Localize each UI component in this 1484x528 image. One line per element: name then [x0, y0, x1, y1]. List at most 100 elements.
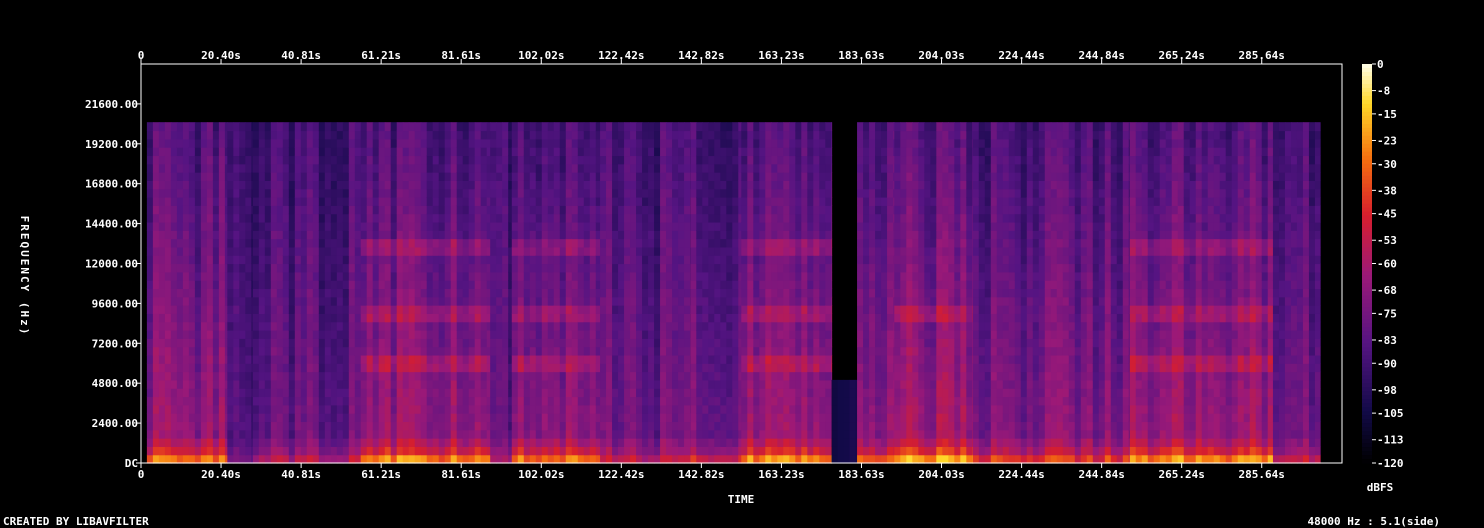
spectrogram-cell: [300, 221, 308, 231]
spectrogram-cell: [336, 188, 344, 198]
spectrogram-cell: [390, 388, 398, 398]
spectrogram-cell: [462, 122, 470, 132]
spectrogram-cell: [182, 271, 190, 281]
spectrogram-cell: [819, 454, 826, 464]
spectrogram-cell: [432, 255, 440, 265]
spectrogram-cell: [164, 305, 172, 314]
spectrogram-cell: [535, 354, 543, 364]
spectrogram-cell: [807, 230, 814, 240]
spectrogram-cell: [765, 197, 772, 206]
spectrogram-cell: [565, 296, 573, 306]
spectrogram-cell: [188, 421, 196, 431]
spectrogram-cell: [857, 221, 864, 231]
spectrogram-cell: [294, 413, 302, 423]
spectrogram-cell: [747, 122, 754, 132]
spectrogram-cell: [583, 346, 591, 356]
spectrogram-cell: [366, 413, 374, 423]
spectrogram-cell: [264, 172, 272, 181]
spectrogram-cell: [474, 122, 482, 132]
spectrogram-cell: [714, 371, 721, 381]
spectrogram-cell: [474, 221, 482, 231]
spectrogram-cell: [336, 263, 344, 273]
spectrogram-cell: [456, 313, 464, 323]
spectrogram-cell: [330, 197, 338, 206]
spectrogram-cell: [176, 413, 184, 423]
spectrogram-cell: [535, 413, 543, 423]
spectrogram-cell: [783, 197, 790, 206]
spectrogram-cell: [396, 263, 404, 273]
spectrogram-cell: [753, 330, 760, 339]
spectrogram-cell: [414, 122, 422, 132]
spectrogram-cell: [771, 421, 778, 431]
spectrogram-cell: [288, 413, 296, 423]
spectrogram-cell: [583, 313, 591, 323]
spectrogram-cell: [720, 163, 727, 173]
spectrogram-cell: [438, 238, 446, 248]
spectrogram-cell: [378, 305, 386, 314]
spectrogram-cell: [212, 363, 220, 373]
spectrogram-cell: [462, 396, 470, 406]
spectrogram-cell: [200, 446, 208, 456]
spectrogram-cell: [218, 138, 226, 148]
spectrogram-cell: [194, 263, 202, 273]
spectrogram-cell: [690, 147, 697, 157]
spectrogram-cell: [819, 188, 826, 198]
spectrogram-cell: [759, 288, 766, 298]
spectrogram-cell: [595, 238, 601, 248]
spectrogram-cell: [831, 163, 833, 173]
spectrogram-cell: [502, 379, 509, 389]
spectrogram-cell: [233, 221, 240, 231]
spectrogram-cell: [378, 180, 386, 190]
spectrogram-cell: [535, 363, 543, 373]
spectrogram-cell: [535, 130, 543, 140]
spectrogram-cell: [583, 238, 591, 248]
spectrogram-cell: [612, 188, 619, 198]
spectrogram-cell: [496, 180, 503, 190]
spectrogram-cell: [227, 346, 234, 356]
spectrogram-cell: [164, 271, 172, 281]
spectrogram-cell: [426, 188, 434, 198]
spectrogram-cell: [420, 346, 428, 356]
spectrogram-cell: [517, 205, 525, 215]
spectrogram-cell: [176, 421, 184, 431]
spectrogram-cell: [306, 155, 314, 165]
spectrogram-cell: [529, 313, 537, 323]
spectrogram-cell: [565, 180, 573, 190]
spectrogram-cell: [486, 246, 491, 256]
spectrogram-cell: [765, 404, 772, 414]
spectrogram-cell: [553, 163, 561, 173]
spectrogram-cell: [474, 172, 482, 181]
spectrogram-cell: [741, 180, 748, 190]
spectrogram-cell: [747, 288, 754, 298]
spectrogram-cell: [535, 429, 543, 439]
spectrogram-cell: [233, 330, 240, 339]
spectrogram-cell: [825, 396, 832, 406]
spectrogram-cell: [468, 180, 476, 190]
spectrogram-cell: [595, 147, 601, 157]
spectrogram-cell: [732, 188, 739, 198]
spectrogram-cell: [777, 321, 784, 331]
spectrogram-cell: [270, 172, 278, 181]
spectrogram-cell: [702, 396, 709, 406]
spectrogram-cell: [553, 379, 561, 389]
spectrogram-cell: [753, 321, 760, 331]
spectrogram-cell: [857, 230, 864, 240]
spectrogram-cell: [666, 155, 673, 165]
spectrogram-cell: [777, 163, 784, 173]
spectrogram-cell: [384, 280, 392, 290]
spectrogram-cell: [146, 438, 154, 447]
spectrogram-cell: [672, 188, 679, 198]
spectrogram-cell: [496, 130, 503, 140]
spectrogram-cell: [378, 280, 386, 290]
spectrogram-cell: [819, 163, 826, 173]
spectrogram-cell: [825, 379, 832, 389]
spectrogram-cell: [288, 205, 296, 215]
spectrogram-cell: [258, 288, 266, 298]
spectrogram-cell: [432, 230, 440, 240]
spectrogram-cell: [696, 246, 703, 256]
spectrogram-cell: [660, 213, 667, 223]
spectrogram-cell: [765, 421, 772, 431]
spectrogram-cell: [396, 255, 404, 265]
spectrogram-cell: [529, 288, 537, 298]
spectrogram-cell: [146, 221, 154, 231]
